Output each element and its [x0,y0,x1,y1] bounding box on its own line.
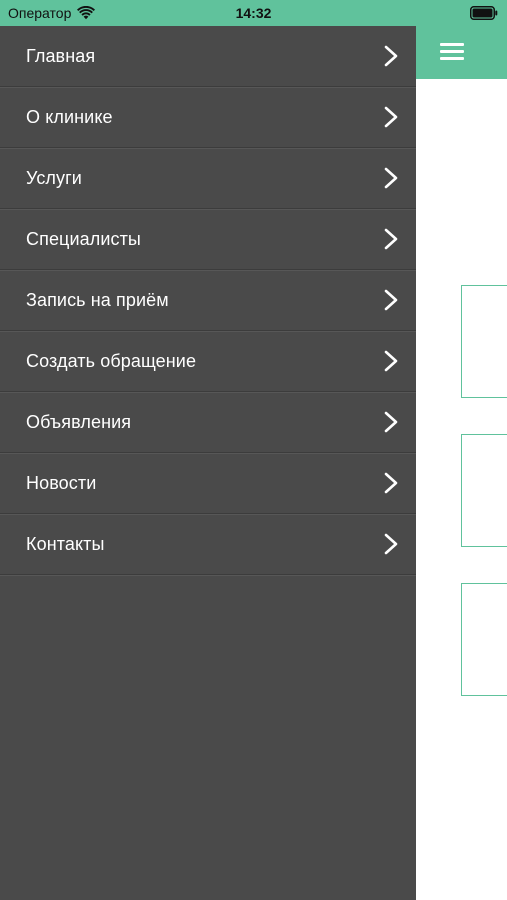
menu-item-label: Создать обращение [26,350,197,371]
menu-item-appointment[interactable]: Запись на приём [0,270,416,331]
content-card[interactable] [461,583,507,696]
status-bar: Оператор 14:32 [0,0,507,26]
chevron-right-icon [384,472,398,494]
navigation-drawer: Главная О клинике Услуги Специалисты Зап… [0,26,416,900]
menu-item-label: Специалисты [26,228,141,249]
menu-item-label: О клинике [26,106,113,127]
chevron-right-icon [384,533,398,555]
chevron-right-icon [384,167,398,189]
menu-list: Главная О клинике Услуги Специалисты Зап… [0,26,416,575]
chevron-right-icon [384,350,398,372]
menu-item-label: Объявления [26,411,132,432]
chevron-right-icon [384,228,398,250]
chevron-right-icon [384,411,398,433]
content-card[interactable] [461,285,507,398]
menu-item-specialists[interactable]: Специалисты [0,209,416,270]
chevron-right-icon [384,106,398,128]
menu-item-label: Контакты [26,533,105,554]
hamburger-line [440,43,464,46]
menu-item-services[interactable]: Услуги [0,148,416,209]
menu-item-about-clinic[interactable]: О клинике [0,87,416,148]
menu-item-contacts[interactable]: Контакты [0,514,416,575]
app-header [416,26,507,79]
battery-icon [470,6,498,20]
status-time: 14:32 [235,5,272,21]
menu-item-home[interactable]: Главная [0,26,416,87]
hamburger-line [440,50,464,53]
menu-item-label: Запись на приём [26,289,169,310]
menu-item-announcements[interactable]: Объявления [0,392,416,453]
app-screen: Оператор 14:32 Главная О клинике Услуги … [0,0,507,900]
menu-item-news[interactable]: Новости [0,453,416,514]
menu-item-label: Услуги [26,167,82,188]
chevron-right-icon [384,289,398,311]
menu-item-create-request[interactable]: Создать обращение [0,331,416,392]
chevron-right-icon [384,45,398,67]
menu-item-label: Главная [26,45,96,66]
menu-item-label: Новости [26,472,97,493]
hamburger-line [440,57,464,60]
hamburger-icon[interactable] [440,41,466,63]
content-card[interactable] [461,434,507,547]
